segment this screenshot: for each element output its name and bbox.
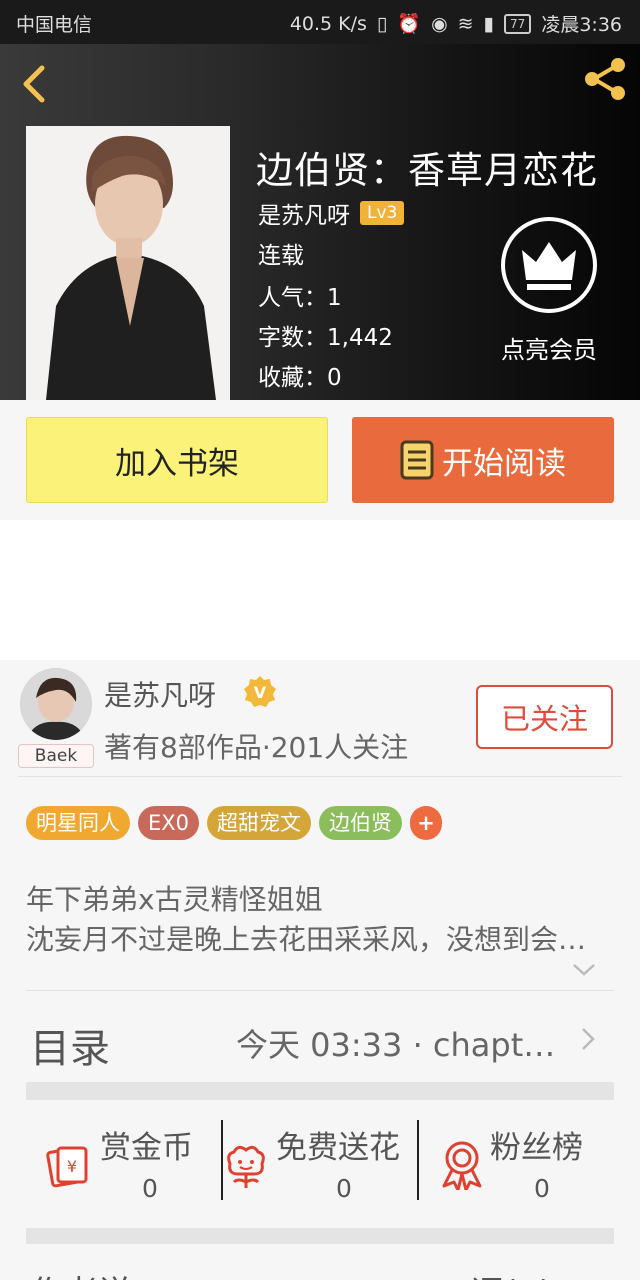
stats-row: ¥ 赏金币 0 免费送花 0 粉丝榜 0 [26, 1118, 614, 1203]
book-popularity: 人气：1 [258, 285, 342, 311]
add-tag-button[interactable]: + [410, 806, 443, 840]
stat-label: 免费送花 [276, 1130, 400, 1166]
stat-divider [221, 1120, 223, 1200]
tag-chip[interactable]: 边伯贤 [319, 806, 403, 840]
crown-icon [501, 217, 597, 313]
stat-value: 0 [336, 1174, 352, 1203]
fan-ranking[interactable]: 粉丝榜 0 [420, 1118, 614, 1203]
divider [26, 990, 614, 991]
author-meta: 著有8部作品·201人关注 [104, 731, 409, 764]
clock: 凌晨3:36 [541, 14, 622, 36]
back-arrow-icon[interactable] [18, 62, 50, 106]
status-right: 40.5 K/s ▯ ⏰ ◉ ≋ ▮ 77 凌晨3:36 [290, 10, 622, 37]
comments-label[interactable]: 评(0) [470, 1266, 552, 1280]
book-favorites: 收藏：0 [258, 365, 342, 391]
stat-divider [417, 1120, 419, 1200]
alarm-icon: ⏰ [397, 13, 422, 35]
start-reading-button[interactable]: 开始阅读 [352, 417, 614, 503]
author-says-label[interactable]: 作者说 [30, 1266, 132, 1280]
divider [18, 776, 622, 777]
tag-chip[interactable]: 明星同人 [26, 806, 130, 840]
vip-button[interactable]: 点亮会员 [494, 216, 604, 365]
chevron-down-icon[interactable] [570, 960, 598, 980]
vip-label: 点亮会员 [501, 336, 597, 364]
intro-line: 沈妄月不过是晚上去花田采采风，没想到会遇上他 [26, 923, 606, 956]
free-flowers[interactable]: 免费送花 0 [224, 1118, 418, 1203]
status-bar: 中国电信 40.5 K/s ▯ ⏰ ◉ ≋ ▮ 77 凌晨3:36 [0, 0, 640, 44]
book-cover[interactable] [26, 126, 230, 400]
stat-value: 0 [534, 1174, 550, 1203]
avatar-tag: Baek [18, 744, 94, 768]
cover-image [26, 126, 230, 400]
vibrate-icon: ▯ [376, 12, 388, 35]
book-word-count: 字数：1,442 [258, 325, 393, 351]
stat-label: 粉丝榜 [490, 1130, 583, 1166]
intro-line: 年下弟弟x古灵精怪姐姐 [26, 883, 323, 916]
stat-label: 赏金币 [100, 1130, 193, 1166]
add-to-shelf-button[interactable]: 加入书架 [26, 417, 328, 503]
tag-chip[interactable]: 超甜宠文 [207, 806, 312, 840]
author-avatar[interactable] [20, 668, 92, 740]
flower-icon [227, 1145, 265, 1188]
book-status: 连载 [258, 243, 304, 269]
red-envelope-icon: ¥ [46, 1146, 88, 1188]
tag-chip[interactable]: EX0 [138, 806, 200, 840]
signal-icon: ▮ [483, 12, 495, 35]
stat-value: 0 [142, 1174, 158, 1203]
book-intro[interactable]: 年下弟弟x古灵精怪姐姐 沈妄月不过是晚上去花田采采风，没想到会遇上他 [26, 880, 606, 960]
tag-list: 明星同人 EX0 超甜宠文 边伯贤 + [26, 806, 443, 840]
share-icon[interactable] [580, 54, 630, 104]
blank-area [0, 520, 640, 660]
author-line: 是苏凡呀 Lv3 [258, 196, 405, 230]
wifi-icon: ≋ [457, 12, 474, 35]
author-card: Baek 是苏凡呀 V 著有8部作品·201人关注 已关注 明星同人 EX0 超… [0, 660, 640, 1280]
battery-icon: 77 [504, 13, 532, 34]
toc-label[interactable]: 目录 [30, 1016, 110, 1074]
eye-icon: ◉ [431, 12, 448, 35]
book-icon [400, 440, 434, 480]
carrier-label: 中国电信 [16, 14, 93, 36]
book-header: 边伯贤：香草月恋花 是苏凡呀 Lv3 连载 人气：1 字数：1,442 收藏：0… [0, 44, 640, 400]
toc-latest[interactable]: 今天 03:33 · chapter 1 [236, 1020, 562, 1066]
action-bar: 加入书架 开始阅读 [0, 400, 640, 520]
svg-text:¥: ¥ [67, 1157, 77, 1176]
network-speed: 40.5 K/s [289, 12, 367, 35]
follow-button[interactable]: 已关注 [476, 685, 613, 749]
author-level-badge: Lv3 [360, 201, 405, 225]
chevron-right-icon[interactable] [578, 1024, 598, 1054]
svg-text:V: V [254, 683, 267, 702]
section-divider [26, 1228, 614, 1244]
avatar-image [20, 668, 92, 740]
verified-badge-icon: V [244, 676, 276, 707]
section-divider [26, 1082, 614, 1100]
book-title: 边伯贤：香草月恋花 [256, 149, 598, 192]
book-author[interactable]: 是苏凡呀 [258, 196, 350, 230]
medal-icon [442, 1141, 482, 1190]
start-reading-label: 开始阅读 [442, 445, 566, 482]
author-name[interactable]: 是苏凡呀 [104, 674, 216, 714]
reward-coins[interactable]: ¥ 赏金币 0 [26, 1118, 222, 1203]
